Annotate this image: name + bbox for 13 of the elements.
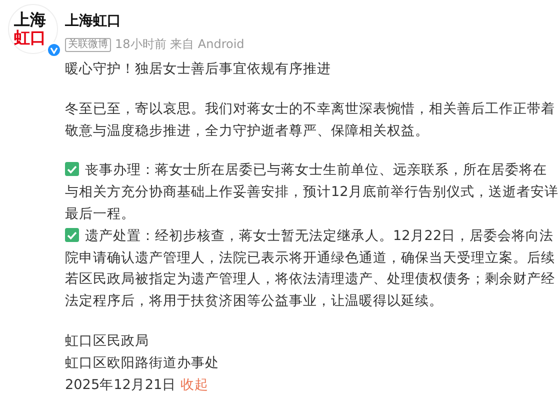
post-title: 暖心守护！独居女士善后事宜依规有序推进 bbox=[65, 60, 332, 79]
tag-label: 关联微博 bbox=[65, 38, 111, 52]
post-date: 2025年12月21日 bbox=[65, 376, 176, 393]
logo-text: 虹口 bbox=[14, 29, 46, 47]
signature-line: 虹口区欧阳路街道办事处 bbox=[65, 354, 220, 373]
checklist-item: 遗产处置：经初步核查，蒋女士暂无法定继承人。12月22日，居委会将向法院申请确认遗产管理人，法院已表示将开通绿色通道，确保当天受理立案。后续若区民政局被指定为遗产管理人，将依法清理遗产、处理债权债务；剩余财产经法定程序后，将用于扶贫济困等公益事业，让温暖得以延续。 bbox=[65, 226, 556, 312]
signature-line: 虹口区民政局 bbox=[65, 332, 150, 351]
post-meta: 18小时前 来自 Android bbox=[115, 36, 244, 53]
account-name[interactable]: 上海虹口 bbox=[65, 12, 558, 30]
avatar[interactable]: 上海 虹口 bbox=[8, 4, 58, 54]
logo-text: 上海 bbox=[14, 11, 46, 29]
checklist-item: 丧事办理：蒋女士所在居委已与蒋女士生前单位、远亲联系，所在居委将在与相关方充分协商基础上作妥善安排，预计12月底前举行告别仪式，送逝者安详最后一程。 bbox=[65, 161, 558, 224]
post-paragraph: 冬至已至，寄以哀思。我们对蒋女士的不幸离世深表惋惜，相关善后工作正带着敬意与温度稳步推进，全力守护逝者尊严、保障相关权益。 bbox=[65, 100, 556, 141]
